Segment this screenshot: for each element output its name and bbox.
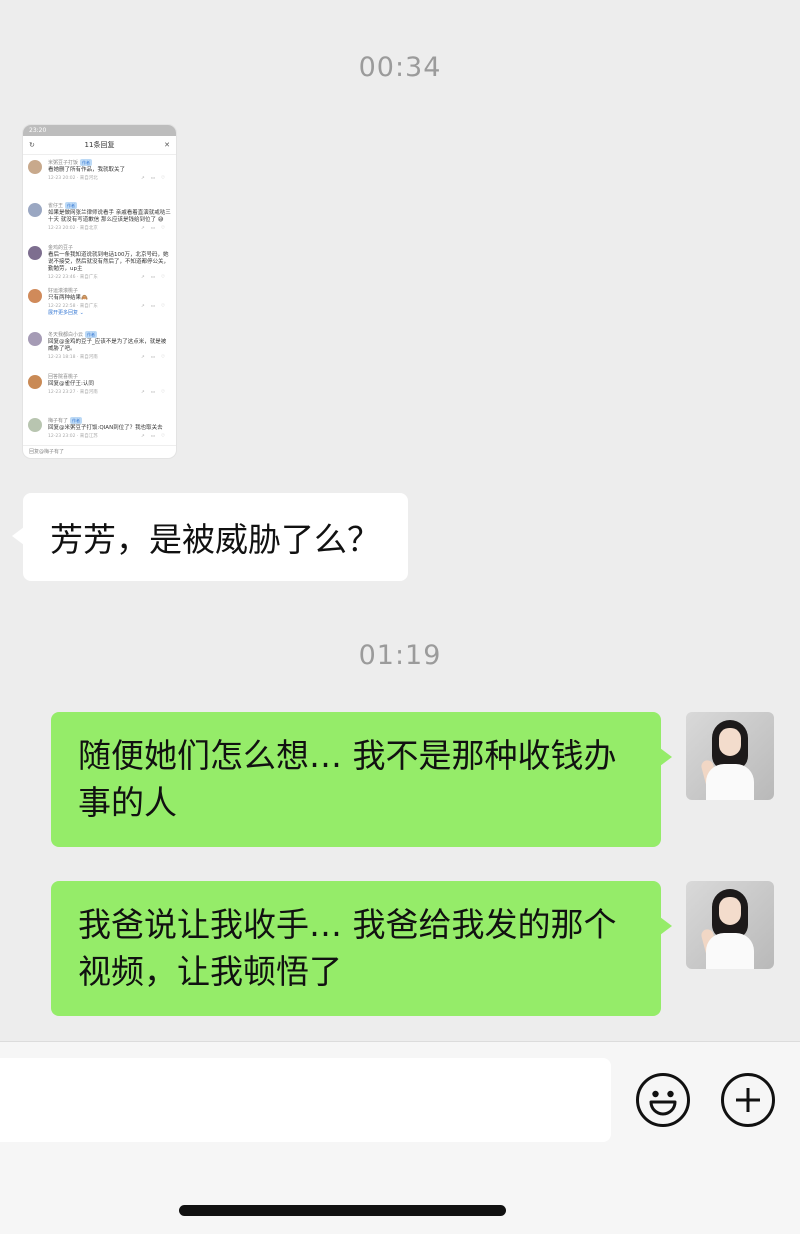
timestamp: 01:19 <box>358 640 442 671</box>
comment-item: 雀仔王 作者 如果是做网张兰律师说看手 亲戚看着直演就戒哒三十天 就没有写道歉信 … <box>23 198 176 241</box>
timestamp: 00:34 <box>358 52 442 83</box>
comment-item: 金鸡的豆子 看后一条我知道说就到电话100万，北京号码，她说不接受，然后就没有然… <box>23 241 176 284</box>
comment-meta: 12-22 23:46 · 来自广东 <box>48 275 98 280</box>
comment-text: 看她删了所有作品，我就取关了 <box>48 167 126 173</box>
more-replies-link: 展开更多回复 ⌄ <box>48 310 84 316</box>
smiley-icon[interactable] <box>636 1073 690 1127</box>
comment-text: 如果是做网张兰律师说看手 亲戚看着直演就戒哒三十天 就没有写道歉信 那么应该是钱… <box>48 210 171 223</box>
comment-item: 好运滚滚桃子 只有两种结果🙈 12-22 22:58 · 来自广东 ↗▭♡ 展开更… <box>23 284 176 327</box>
screenshot-image-message[interactable]: 23:20 ↻ 11条回复 ✕ 米粥豆子打饭 作者 看她删了所有作品，我就取关了 … <box>23 125 176 458</box>
author-tag: 作者 <box>80 159 93 166</box>
incoming-message-bubble[interactable]: 芳芳，是被威胁了么？ <box>12 493 408 581</box>
comment-meta: 12-23 20:02 · 来自北京 <box>48 226 98 231</box>
reply-input-preview: 回复@梅子有了 <box>23 445 176 458</box>
refresh-icon: ↻ <box>29 141 35 149</box>
comment-actions-icon: ↗▭♡ <box>140 275 171 280</box>
comment-author: 米粥豆子打饭 <box>48 160 79 166</box>
close-icon: ✕ <box>164 141 170 149</box>
comment-meta: 12-23 18:18 · 来自河南 <box>48 355 98 360</box>
avatar <box>28 375 42 389</box>
avatar <box>28 418 42 432</box>
author-tag: 作者 <box>70 417 83 424</box>
home-indicator[interactable] <box>179 1205 506 1216</box>
avatar <box>28 332 42 346</box>
outgoing-message-bubble[interactable]: 我爸说让我收手… 我爸给我发的那个视频，让我顿悟了 <box>51 881 672 1016</box>
comment-author: 冬天我都白小云 <box>48 332 84 338</box>
comment-author: 雀仔王 <box>48 203 64 209</box>
comment-item: 米粥豆子打饭 作者 看她删了所有作品，我就取关了 12-23 20:02 · 来自… <box>23 155 176 198</box>
comment-actions-icon: ↗▭♡ <box>140 390 171 395</box>
comment-actions-icon: ↗▭♡ <box>140 355 171 360</box>
avatar[interactable] <box>686 881 774 969</box>
comment-author: 回答院喜桃子 <box>48 374 79 380</box>
comment-meta: 12-22 22:58 · 来自广东 <box>48 304 98 309</box>
author-tag: 作者 <box>65 202 78 209</box>
plus-circle-icon[interactable] <box>721 1073 775 1127</box>
comment-item: 冬天我都白小云 作者 回复@金鸡的豆子_应该不是为了这点米，就是被威胁了吧。 12… <box>23 327 176 370</box>
comment-text: 回复@雀仔王:认同 <box>48 381 94 387</box>
comment-text: 看后一条我知道说就到电话100万，北京号码，她说不接受，然后就没有然后了，不知道… <box>48 252 170 272</box>
avatar <box>28 289 42 303</box>
outgoing-message-bubble[interactable]: 随便她们怎么想… 我不是那种收钱办事的人 <box>51 712 672 847</box>
comment-author: 金鸡的豆子 <box>48 245 74 251</box>
comment-actions-icon: ↗▭♡ <box>140 226 171 231</box>
comment-actions-icon: ↗▭♡ <box>140 434 171 439</box>
comment-meta: 12-23 23:27 · 来自河南 <box>48 390 98 395</box>
avatar <box>28 160 42 174</box>
author-tag: 作者 <box>85 331 98 338</box>
avatar[interactable] <box>686 712 774 800</box>
comment-author: 梅子有了 <box>48 418 69 424</box>
comment-actions-icon: ↗▭♡ <box>140 176 171 181</box>
screenshot-title: 11条回复 <box>84 141 115 149</box>
comment-text: 回复@米粥豆子打饭:QIAN到位了？我也取关去 <box>48 425 163 431</box>
avatar <box>28 246 42 260</box>
comment-author: 好运滚滚桃子 <box>48 288 79 294</box>
screenshot-status-bar: 23:20 <box>23 125 176 136</box>
comment-text: 回复@金鸡的豆子_应该不是为了这点米，就是被威胁了吧。 <box>48 339 167 352</box>
comment-meta: 12-23 20:02 · 来自河北 <box>48 176 98 181</box>
screenshot-header: ↻ 11条回复 ✕ <box>23 136 176 155</box>
avatar <box>28 203 42 217</box>
comment-meta: 12-23 23:02 · 来自江苏 <box>48 434 98 439</box>
comment-text: 只有两种结果🙈 <box>48 295 88 301</box>
comment-item: 回答院喜桃子 回复@雀仔王:认同 12-23 23:27 · 来自河南 ↗▭♡ <box>23 370 176 413</box>
comment-actions-icon: ↗▭♡ <box>140 304 171 309</box>
message-input[interactable] <box>0 1058 611 1142</box>
